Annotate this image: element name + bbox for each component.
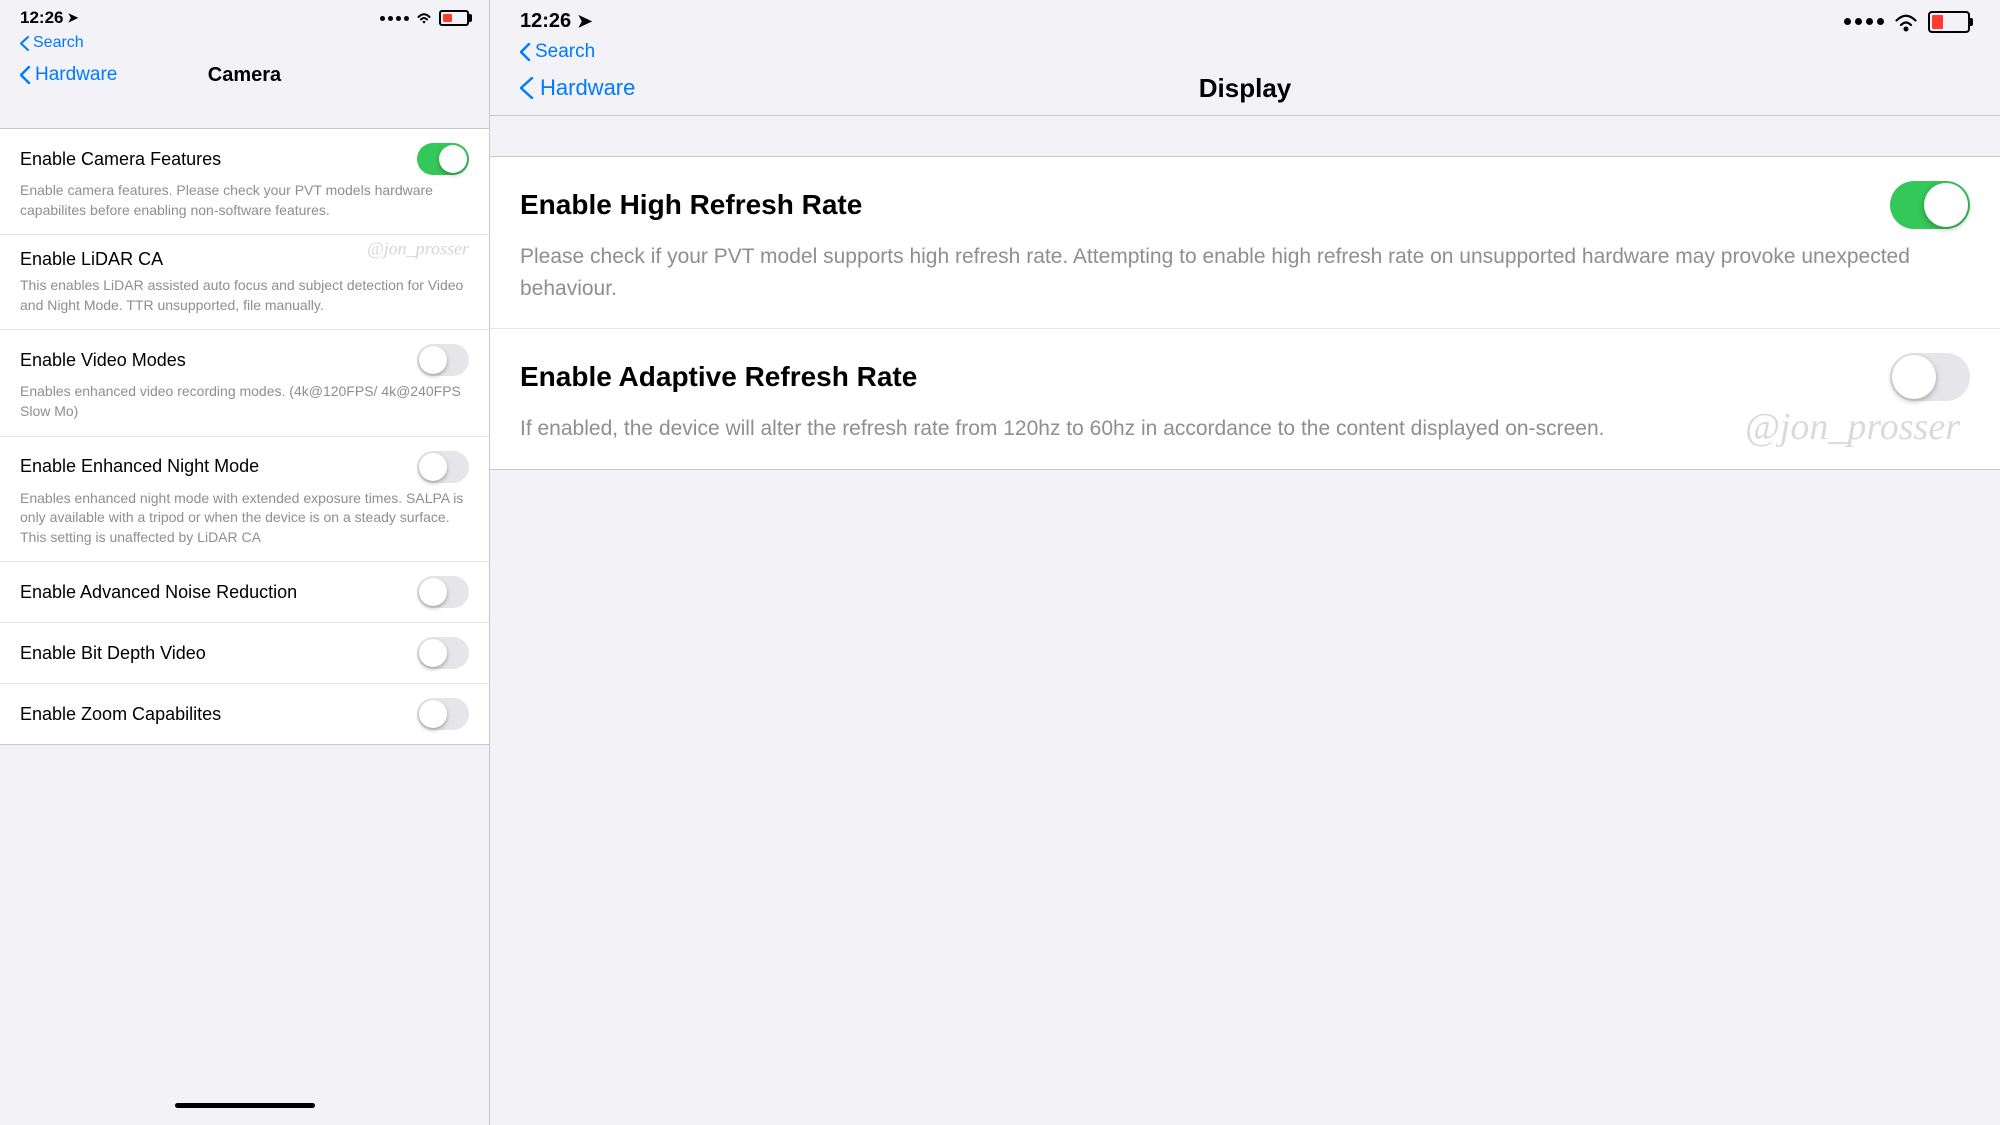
setting-label-enable-zoom-capabilities: Enable Zoom Capabilites	[20, 704, 221, 725]
top-separator	[0, 96, 489, 128]
setting-row-enable-high-refresh-rate: Enable High Refresh Rate Please check if…	[490, 157, 2000, 329]
bottom-separator	[0, 745, 489, 777]
left-page-title: Camera	[208, 64, 281, 87]
setting-desc-enable-camera-features: Enable camera features. Please check you…	[20, 181, 469, 220]
right-status-bar: 12:26 ➤	[490, 0, 2000, 39]
nav-chevron-left-icon	[20, 66, 31, 84]
right-location-icon: ➤	[577, 11, 592, 32]
right-hardware-back[interactable]: Hardware	[520, 75, 635, 101]
setting-row-enable-bit-depth-video: Enable Bit Depth Video	[0, 623, 489, 684]
setting-desc-enable-enhanced-night-mode: Enables enhanced night mode with extende…	[20, 489, 469, 548]
left-status-bar: 12:26 ➤	[0, 0, 489, 32]
left-panel: 12:26 ➤ Search	[0, 0, 490, 1125]
left-nav-bar: Hardware Camera	[0, 58, 489, 96]
setting-row-enable-adaptive-refresh-rate: Enable Adaptive Refresh Rate If enabled,…	[490, 329, 2000, 469]
toggle-enable-camera-features[interactable]	[417, 143, 469, 175]
setting-desc-enable-lidar-ca: This enables LiDAR assisted auto focus a…	[20, 276, 469, 315]
setting-row-enable-camera-features: Enable Camera Features Enable camera fea…	[0, 129, 489, 235]
toggle-enable-advanced-noise-reduction[interactable]	[417, 576, 469, 608]
right-back-label: Search	[535, 41, 595, 63]
toggle-enable-high-refresh-rate[interactable]	[1890, 181, 1970, 229]
left-search-back[interactable]: Search	[20, 34, 469, 52]
right-back-bar: Search	[490, 39, 2000, 69]
right-signal-dots-icon	[1844, 18, 1884, 25]
setting-row-enable-lidar-ca: Enable LiDAR CA @jon_prosser This enable…	[0, 235, 489, 330]
setting-label-enable-advanced-noise-reduction: Enable Advanced Noise Reduction	[20, 582, 297, 603]
right-time-text: 12:26	[520, 10, 571, 33]
toggle-enable-video-modes[interactable]	[417, 344, 469, 376]
right-settings-scroll[interactable]: Enable High Refresh Rate Please check if…	[490, 116, 2000, 1125]
right-page-title: Display	[1199, 73, 1292, 104]
setting-label-enable-enhanced-night-mode: Enable Enhanced Night Mode	[20, 456, 259, 477]
left-settings-scroll[interactable]: Enable Camera Features Enable camera fea…	[0, 96, 489, 1093]
right-panel: 12:26 ➤ Search	[490, 0, 2000, 1125]
left-time: 12:26 ➤	[20, 8, 78, 28]
setting-label-enable-bit-depth-video: Enable Bit Depth Video	[20, 643, 206, 664]
setting-label-enable-camera-features: Enable Camera Features	[20, 149, 221, 170]
toggle-enable-zoom-capabilities[interactable]	[417, 698, 469, 730]
right-status-icons	[1844, 11, 1970, 33]
wifi-icon	[415, 11, 433, 25]
home-indicator	[0, 1093, 489, 1125]
left-nav-back-label: Hardware	[35, 64, 117, 86]
setting-label-enable-lidar-ca: Enable LiDAR CA	[20, 249, 163, 270]
setting-label-enable-adaptive-refresh-rate: Enable Adaptive Refresh Rate	[520, 361, 917, 393]
setting-row-enable-enhanced-night-mode: Enable Enhanced Night Mode Enables enhan…	[0, 437, 489, 563]
right-nav-chevron-left-icon	[520, 77, 534, 99]
toggle-enable-enhanced-night-mode[interactable]	[417, 451, 469, 483]
right-chevron-left-icon	[520, 43, 531, 61]
setting-desc-enable-high-refresh-rate: Please check if your PVT model supports …	[520, 241, 1970, 304]
left-back-bar: Search	[0, 32, 489, 58]
home-bar	[175, 1103, 315, 1108]
right-wifi-icon	[1892, 12, 1920, 32]
signal-dots-icon	[380, 16, 409, 21]
setting-row-enable-video-modes: Enable Video Modes Enables enhanced vide…	[0, 330, 489, 436]
toggle-enable-bit-depth-video[interactable]	[417, 637, 469, 669]
setting-desc-enable-adaptive-refresh-rate: If enabled, the device will alter the re…	[520, 413, 1970, 445]
setting-desc-enable-video-modes: Enables enhanced video recording modes. …	[20, 382, 469, 421]
setting-label-enable-high-refresh-rate: Enable High Refresh Rate	[520, 189, 862, 221]
right-time: 12:26 ➤	[520, 10, 592, 33]
right-bottom-separator	[490, 470, 2000, 510]
left-back-label: Search	[33, 34, 84, 52]
left-settings-group: Enable Camera Features Enable camera fea…	[0, 128, 489, 745]
setting-row-enable-zoom-capabilities: Enable Zoom Capabilites	[0, 684, 489, 744]
watermark-lidar: @jon_prosser	[367, 239, 469, 260]
right-nav-bar: Hardware Display	[490, 69, 2000, 116]
left-hardware-back[interactable]: Hardware	[20, 64, 117, 86]
toggle-enable-adaptive-refresh-rate[interactable]	[1890, 353, 1970, 401]
setting-row-enable-advanced-noise-reduction: Enable Advanced Noise Reduction	[0, 562, 489, 623]
right-settings-group: Enable High Refresh Rate Please check if…	[490, 156, 2000, 470]
location-icon: ➤	[67, 10, 78, 26]
setting-label-enable-video-modes: Enable Video Modes	[20, 350, 186, 371]
left-status-icons	[380, 10, 469, 26]
battery-icon	[439, 10, 469, 26]
right-nav-back-label: Hardware	[540, 75, 635, 101]
right-search-back[interactable]: Search	[520, 41, 1970, 63]
chevron-left-icon	[20, 36, 29, 51]
left-time-text: 12:26	[20, 8, 63, 28]
right-battery-icon	[1928, 11, 1970, 33]
right-top-separator	[490, 116, 2000, 156]
